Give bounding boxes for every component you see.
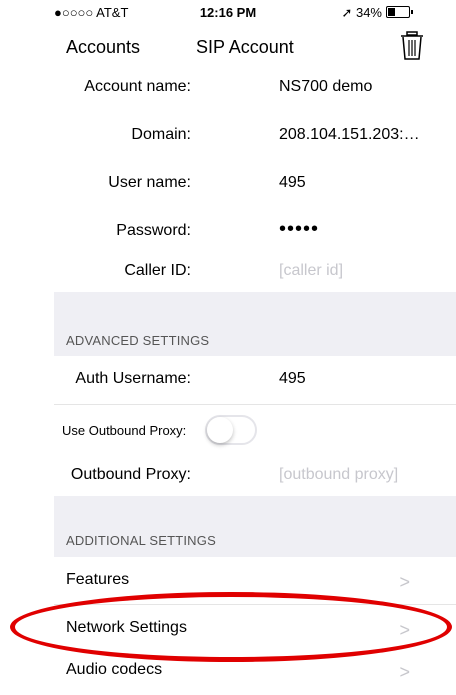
chevron-right-icon: > [399,572,410,592]
advanced-settings-header: ADVANCED SETTINGS [66,333,210,348]
caller-id-row[interactable]: Caller ID: [caller id] [0,248,456,296]
chevron-right-icon: > [399,620,410,640]
features-label: Features [66,571,130,588]
caller-id-label: Caller ID: [124,262,191,279]
auth-username-label: Auth Username: [75,370,191,387]
network-settings-label: Network Settings [66,619,187,636]
battery-icon [386,6,413,18]
back-button[interactable]: Accounts [66,37,140,58]
network-settings-row[interactable]: Network Settings > [0,605,456,653]
audio-codecs-label: Audio codecs [66,661,163,678]
auth-username-field[interactable]: 495 [279,370,306,388]
navigation-bar: Accounts SIP Account [0,24,456,68]
trash-icon[interactable] [400,31,424,66]
domain-row[interactable]: Domain: 208.104.151.203:… [0,112,456,160]
row-separator [54,404,456,405]
auth-username-row[interactable]: Auth Username: 495 [0,356,456,404]
use-outbound-proxy-label: Use Outbound Proxy: [62,423,187,438]
account-name-field[interactable]: NS700 demo [279,78,372,96]
outbound-proxy-toggle[interactable] [205,415,257,445]
outbound-proxy-field[interactable]: [outbound proxy] [279,466,398,484]
domain-label: Domain: [131,126,191,143]
user-name-field[interactable]: 495 [279,174,306,192]
toggle-knob [207,417,233,443]
location-arrow-icon: ➚ [341,5,353,20]
account-name-label: Account name: [84,78,191,95]
advanced-settings-section-header: ADVANCED SETTINGS [54,292,456,358]
features-row[interactable]: Features > [0,557,456,605]
use-outbound-proxy-row: Use Outbound Proxy: [0,406,456,454]
additional-settings-header: ADDITIONAL SETTINGS [66,533,216,548]
user-name-label: User name: [108,174,191,191]
password-label: Password: [116,222,191,239]
outbound-proxy-row[interactable]: Outbound Proxy: [outbound proxy] [0,452,456,500]
chevron-right-icon: > [399,662,410,682]
caller-id-field[interactable]: [caller id] [279,262,343,280]
user-name-row[interactable]: User name: 495 [0,160,456,208]
battery-percentage: ➚ 34% [341,5,382,20]
outbound-proxy-label: Outbound Proxy: [70,466,191,483]
domain-field[interactable]: 208.104.151.203:… [279,126,420,144]
audio-codecs-row[interactable]: Audio codecs > [0,647,456,695]
password-field[interactable]: ••••• [279,218,319,241]
additional-settings-section-header: ADDITIONAL SETTINGS [54,496,456,558]
page-title: SIP Account [196,37,294,57]
account-name-row[interactable]: Account name: NS700 demo [0,64,456,112]
status-bar: ●○○○○ AT&T 12:16 PM ➚ 34% [0,0,456,24]
